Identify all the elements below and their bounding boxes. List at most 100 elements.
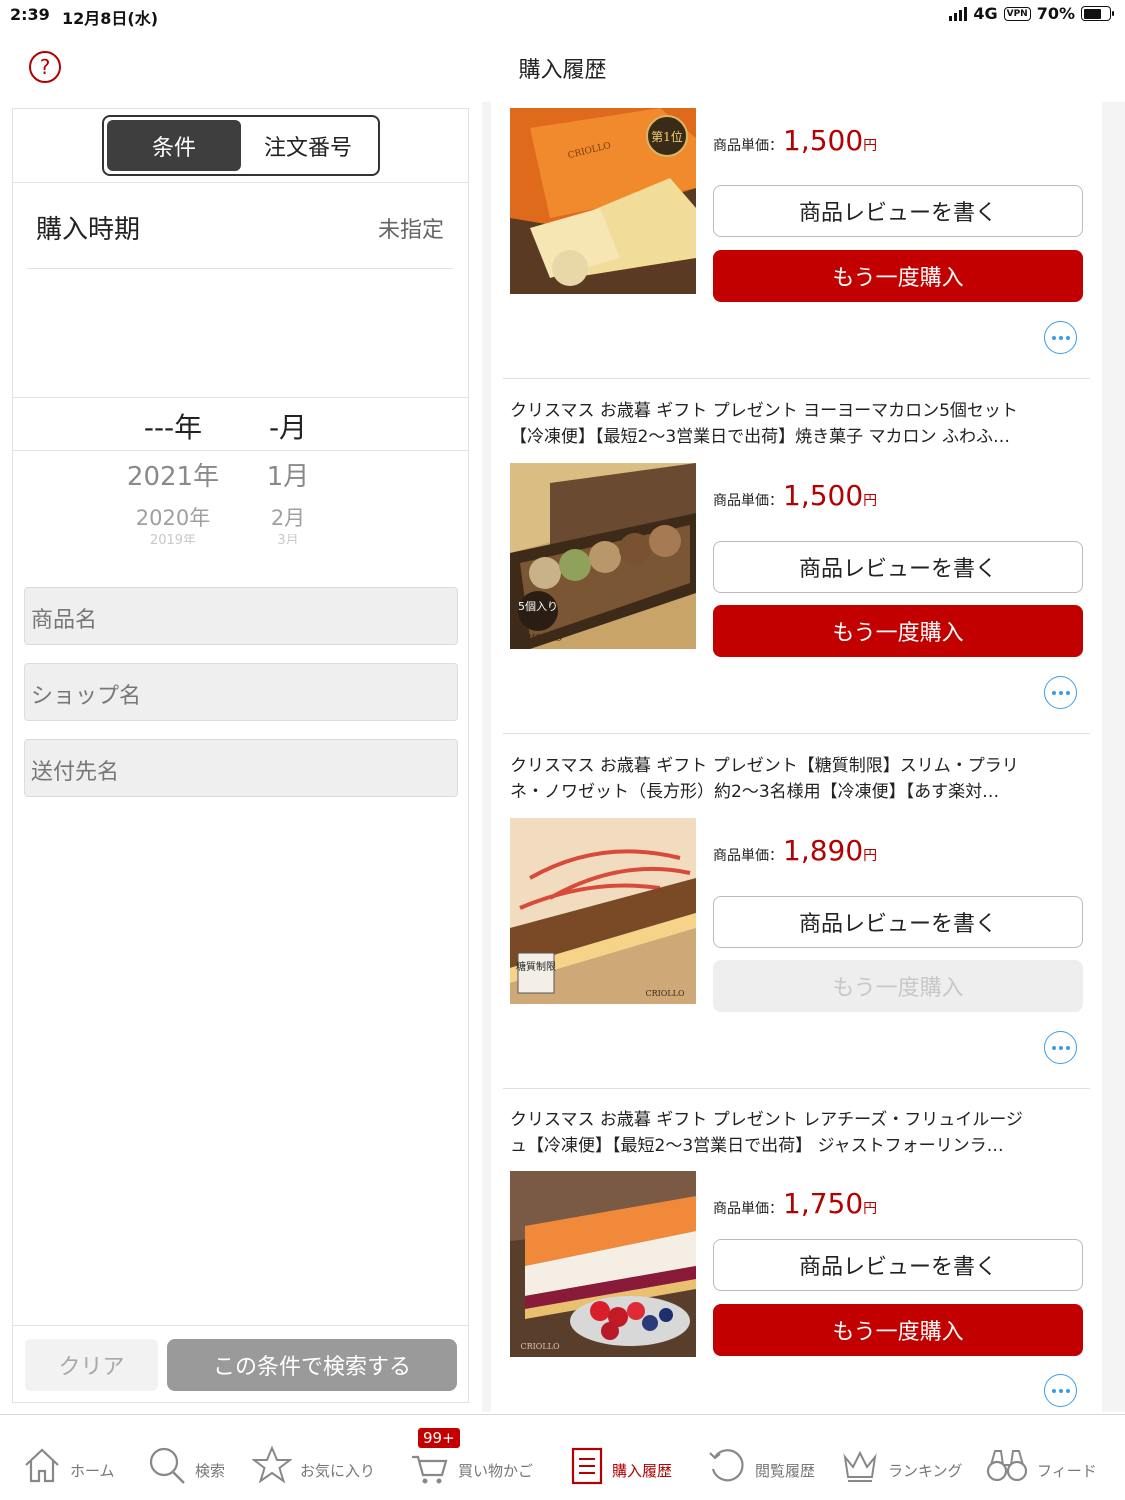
period-value[interactable]: 未指定 [378, 212, 444, 244]
picker-year-option[interactable]: 2019年 [113, 534, 233, 544]
price-currency: 円 [863, 138, 878, 154]
product-title-line: ュ【冷凍便】【最短2〜3営業日で出荷】 ジャストフォーリンラ… [510, 1136, 1004, 1156]
price-label: 商品単価： [713, 848, 783, 864]
buy-again-button[interactable]: もう一度購入 [713, 960, 1083, 1012]
home-icon [25, 1448, 59, 1483]
segmented-control: 条件 注文番号 [102, 115, 380, 176]
write-review-button[interactable]: 商品レビューを書く [713, 185, 1083, 237]
cart-count-badge: 99+ [418, 1428, 460, 1448]
tab-label: 検索 [195, 1462, 226, 1480]
product-title-line: クリスマス お歳暮 ギフト プレゼント レアチーズ・フリュイルージ [510, 1110, 1023, 1130]
image-brand-text: CRIOLLO [520, 1342, 559, 1351]
product-image[interactable]: 5個入り CRIOLLO [510, 463, 696, 649]
item-divider [503, 378, 1090, 379]
more-options-icon[interactable] [1044, 1374, 1077, 1407]
picker-month-selected[interactable]: -月 [238, 406, 338, 446]
purchase-history-icon [571, 1447, 603, 1485]
tab-home[interactable]: ホーム [22, 1435, 115, 1485]
search-icon [149, 1447, 185, 1484]
segment-order-number[interactable]: 注文番号 [241, 120, 375, 171]
history-icon [709, 1449, 744, 1482]
item-divider [503, 733, 1090, 734]
network-label: 4G [973, 4, 998, 23]
segment-conditions[interactable]: 条件 [107, 120, 241, 171]
buy-again-button[interactable]: もう一度購入 [713, 250, 1083, 302]
tab-browsing-history[interactable]: 閲覧履歴 [707, 1435, 815, 1485]
tab-search[interactable]: 検索 [147, 1435, 225, 1485]
more-options-icon[interactable] [1044, 676, 1077, 709]
product-title-line: クリスマス お歳暮 ギフト プレゼント ヨーヨーマカロン5個セット [510, 401, 1018, 421]
price-label: 商品単価： [713, 493, 783, 509]
item-divider [503, 1088, 1090, 1089]
tab-label: 閲覧履歴 [755, 1462, 816, 1480]
more-options-icon[interactable] [1044, 1031, 1077, 1064]
status-date: 12月8日(水) [62, 9, 159, 28]
image-brand-text: CRIOLLO [645, 989, 684, 998]
image-badge-text: 5個入り [518, 600, 558, 613]
tab-label: ランキング [888, 1462, 963, 1480]
tab-label: 購入履歴 [612, 1462, 673, 1480]
product-title[interactable]: クリスマス お歳暮 ギフト プレゼント レアチーズ・フリュイルージ ュ【冷凍便】… [510, 1107, 1080, 1159]
product-image[interactable]: CRIOLLO [510, 1171, 696, 1357]
star-icon [252, 1445, 292, 1484]
tab-label: ホーム [70, 1462, 115, 1480]
purchase-list[interactable]: 第1位 CRIOLLO 商品単価：1,500円 商品レビューを書く もう一度購入… [491, 102, 1102, 1412]
list-gutter [482, 102, 491, 1412]
tab-ranking[interactable]: ランキング [840, 1435, 963, 1485]
write-review-button[interactable]: 商品レビューを書く [713, 1239, 1083, 1291]
product-image[interactable]: 糖質制限 CRIOLLO [510, 818, 696, 1004]
picker-bottom-line [13, 450, 468, 451]
price-label: 商品単価： [713, 1201, 783, 1217]
product-title[interactable]: クリスマス お歳暮 ギフト プレゼント ヨーヨーマカロン5個セット 【冷凍便】【… [510, 398, 1080, 450]
divider [13, 1325, 468, 1326]
picker-year-option[interactable]: 2020年 [113, 502, 233, 532]
picker-month-option[interactable]: 1月 [238, 456, 338, 493]
picker-month-option[interactable]: 2月 [238, 502, 338, 532]
list-gutter [1102, 102, 1125, 1412]
tab-label: お気に入り [300, 1462, 376, 1480]
status-time: 2:39 [10, 5, 50, 24]
tab-feed[interactable]: フィード [985, 1435, 1097, 1485]
more-options-icon[interactable] [1044, 321, 1077, 354]
price-row: 商品単価：1,500円 [713, 479, 877, 512]
battery-percent: 70% [1036, 4, 1075, 23]
image-badge-text: 第1位 [651, 129, 683, 144]
signal-icon [949, 6, 968, 21]
picker-year-selected[interactable]: ---年 [113, 406, 233, 446]
buy-again-button[interactable]: もう一度購入 [713, 605, 1083, 657]
picker-top-line [13, 397, 468, 398]
tab-favorites[interactable]: お気に入り [252, 1435, 375, 1485]
cart-icon [412, 1455, 448, 1484]
recipient-name-input[interactable]: 送付先名 [24, 739, 458, 797]
picker-year-option[interactable]: 2021年 [113, 456, 233, 493]
picker-month-option[interactable]: 3月 [238, 534, 338, 544]
product-title-line: 【冷凍便】【最短2〜3営業日で出荷】焼き菓子 マカロン ふわふ… [510, 427, 1010, 447]
status-bar: 2:39 12月8日(水) 4G VPN 70% [0, 0, 1125, 30]
price-value: 1,890 [783, 834, 864, 867]
price-value: 1,750 [783, 1187, 864, 1220]
write-review-button[interactable]: 商品レビューを書く [713, 541, 1083, 593]
write-review-button[interactable]: 商品レビューを書く [713, 896, 1083, 948]
product-title-line: クリスマス お歳暮 ギフト プレゼント【糖質制限】スリム・プラリ [510, 756, 1019, 776]
page-title: 購入履歴 [518, 58, 607, 83]
tab-label: 買い物かご [458, 1462, 534, 1480]
price-label: 商品単価： [713, 138, 783, 154]
search-button[interactable]: この条件で検索する [167, 1339, 457, 1391]
price-currency: 円 [863, 1201, 878, 1217]
binoculars-icon [986, 1450, 1028, 1482]
buy-again-button[interactable]: もう一度購入 [713, 1304, 1083, 1356]
tab-purchase-history[interactable]: 購入履歴 [570, 1435, 672, 1485]
product-title[interactable]: クリスマス お歳暮 ギフト プレゼント【糖質制限】スリム・プラリ ネ・ノワゼット… [510, 753, 1080, 805]
product-image[interactable]: 第1位 CRIOLLO [510, 108, 696, 294]
vpn-icon: VPN [1003, 6, 1031, 21]
product-name-input[interactable]: 商品名 [24, 587, 458, 645]
price-value: 1,500 [783, 479, 864, 512]
price-currency: 円 [863, 848, 878, 864]
image-badge-text: 糖質制限 [516, 960, 556, 973]
filter-panel: 条件 注文番号 購入時期 未指定 ---年 -月 2021年 1月 2020年 … [12, 108, 469, 1403]
status-indicators: 4G VPN 70% [949, 4, 1114, 23]
price-row: 商品単価：1,750円 [713, 1187, 877, 1220]
clear-button[interactable]: クリア [25, 1339, 158, 1391]
crown-icon [843, 1450, 877, 1482]
shop-name-input[interactable]: ショップ名 [24, 663, 458, 721]
